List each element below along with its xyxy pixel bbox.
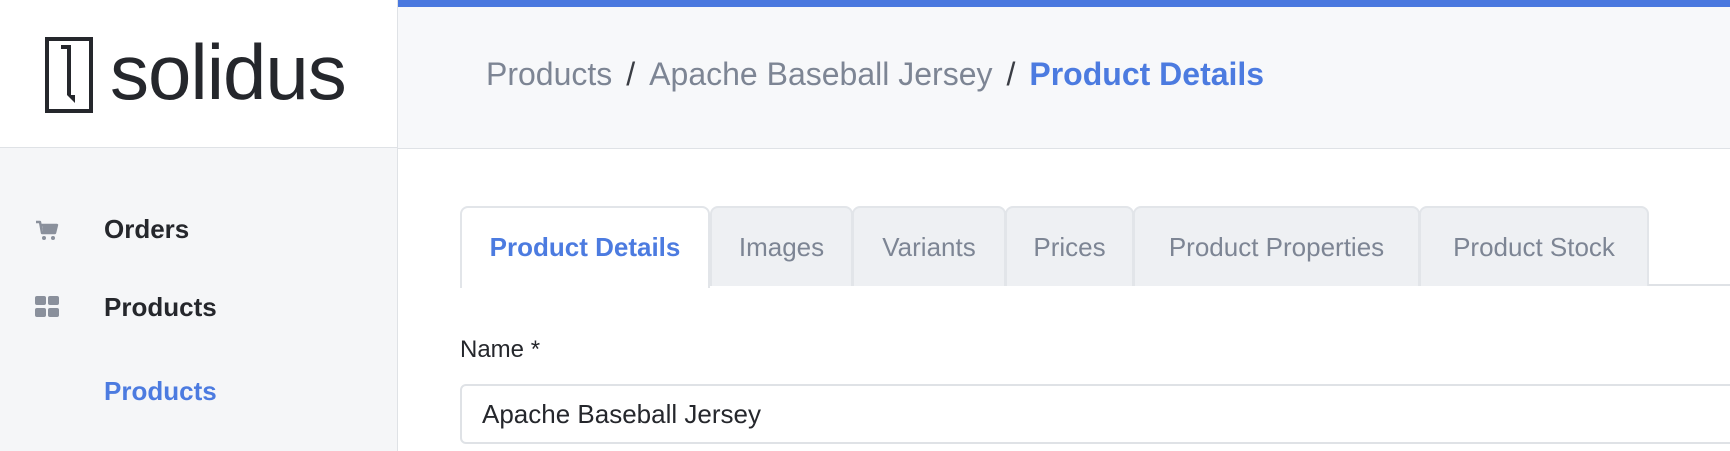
- top-accent-bar: [398, 0, 1730, 7]
- breadcrumb: Products / Apache Baseball Jersey / Product …: [486, 54, 1264, 94]
- tab-product-details[interactable]: Product Details: [460, 206, 710, 288]
- sidebar-item-label: Orders: [104, 214, 190, 244]
- sidebar-item-orders[interactable]: Orders: [0, 200, 397, 260]
- sidebar: solidus Orders Products Products: [0, 0, 398, 451]
- logo-area[interactable]: solidus: [0, 0, 397, 148]
- tab-product-properties[interactable]: Product Properties: [1133, 206, 1420, 286]
- product-tabs: Product Details Images Variants Prices P…: [460, 206, 1730, 288]
- tab-product-stock[interactable]: Product Stock: [1419, 206, 1649, 286]
- sidebar-subitem-products[interactable]: Products: [0, 362, 397, 422]
- tab-prices[interactable]: Prices: [1005, 206, 1134, 286]
- admin-page: solidus Orders Products Products Product…: [0, 0, 1730, 451]
- tabs-underline: [1648, 284, 1730, 286]
- name-field-label: Name *: [460, 336, 541, 363]
- sidebar-item-label: Products: [104, 292, 217, 322]
- tab-images[interactable]: Images: [710, 206, 853, 286]
- grid-icon: [35, 296, 59, 317]
- breadcrumb-link-product[interactable]: Apache Baseball Jersey: [649, 56, 992, 92]
- tab-variants[interactable]: Variants: [852, 206, 1006, 286]
- brand-name: solidus: [110, 28, 347, 116]
- breadcrumb-link-products[interactable]: Products: [486, 56, 612, 92]
- breadcrumb-separator: /: [1006, 56, 1016, 92]
- solidus-logo-mark-icon: [45, 37, 93, 113]
- cart-icon: [36, 220, 59, 240]
- breadcrumb-separator: /: [626, 56, 636, 92]
- page-header: Products / Apache Baseball Jersey / Product …: [398, 7, 1730, 149]
- name-field[interactable]: [460, 384, 1730, 444]
- breadcrumb-current: Product Details: [1029, 56, 1265, 92]
- sidebar-item-products[interactable]: Products: [0, 278, 397, 338]
- sidebar-subitem-label: Products: [104, 376, 217, 406]
